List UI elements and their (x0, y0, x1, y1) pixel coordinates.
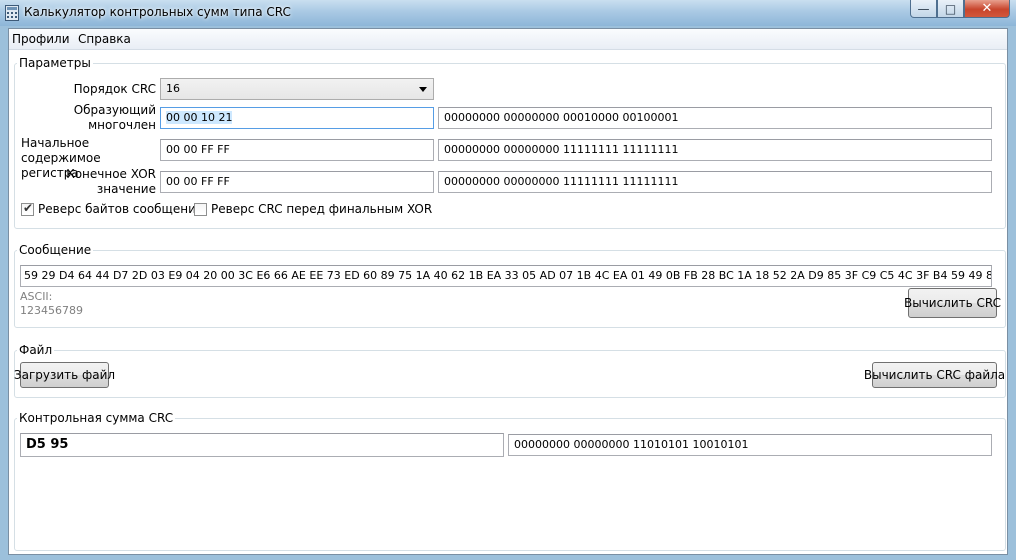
message-input[interactable]: 59 29 D4 64 44 D7 2D 03 E9 04 20 00 3C E… (20, 265, 992, 287)
file-group-title: Файл (17, 343, 55, 357)
xor-bin-field[interactable]: 00000000 00000000 11111111 11111111 (438, 171, 992, 193)
poly-label: Образующий многочлен (49, 103, 156, 133)
calculator-icon (5, 5, 19, 21)
menu-bar: Профили Справка (9, 29, 1007, 50)
ascii-label: ASCII: (20, 290, 53, 303)
checkmark-icon: ✔ (23, 201, 34, 215)
crc-result-bin[interactable]: 00000000 00000000 11010101 10010101 (508, 434, 992, 456)
crc-order-label: Порядок CRC (73, 82, 156, 96)
window-title: Калькулятор контрольных сумм типа CRC (24, 5, 291, 19)
app-window: Калькулятор контрольных сумм типа CRC — … (0, 0, 1016, 560)
crc-order-select[interactable]: 16 (160, 78, 434, 100)
close-icon: ✕ (981, 1, 993, 16)
chevron-down-icon (419, 87, 427, 92)
menu-item-profiles[interactable]: Профили (12, 32, 70, 46)
xor-label: Конечное XOR значение (49, 167, 156, 197)
xor-label-line2: значение (96, 182, 156, 196)
poly-hex-input[interactable]: 00 00 10 21 (160, 107, 434, 129)
maximize-icon: □ (944, 1, 957, 16)
ascii-value: 123456789 (20, 304, 83, 317)
crc-order-value: 16 (166, 82, 180, 95)
init-bin-field[interactable]: 00000000 00000000 11111111 11111111 (438, 139, 992, 161)
init-label-line1: Начальное содержимое (21, 136, 101, 165)
message-group-title: Сообщение (17, 243, 94, 257)
params-group-title: Параметры (17, 56, 93, 70)
poly-label-line1: Образующий (73, 103, 156, 117)
reverse-bytes-label[interactable]: Реверс байтов сообщения (38, 202, 203, 217)
reverse-bytes-checkbox[interactable]: ✔ (21, 201, 34, 216)
minimize-button[interactable]: — (910, 0, 937, 18)
poly-hex-value: 00 00 10 21 (166, 111, 233, 124)
reverse-crc-label[interactable]: Реверс CRC перед финальным XOR (211, 202, 432, 217)
crc-result-hex[interactable]: D5 95 (20, 433, 504, 457)
message-group (14, 250, 1006, 328)
compute-file-crc-button[interactable]: Вычислить CRC файла (864, 362, 1005, 388)
xor-label-line1: Конечное XOR (66, 167, 156, 181)
compute-crc-button[interactable]: Вычислить CRC (904, 288, 1001, 318)
file-group (14, 350, 1006, 398)
ascii-preview: ASCII: 123456789 (20, 290, 83, 318)
poly-bin-field[interactable]: 00000000 00000000 00010000 00100001 (438, 107, 992, 129)
title-bar[interactable]: Калькулятор контрольных сумм типа CRC — … (0, 0, 1016, 26)
result-group-title: Контрольная сумма CRC (17, 411, 176, 425)
close-button[interactable]: ✕ (964, 0, 1010, 18)
load-file-button[interactable]: Загрузить файл (14, 362, 115, 388)
maximize-button[interactable]: □ (937, 0, 964, 18)
client-area: Профили Справка Параметры Порядок CRC 16… (8, 28, 1008, 555)
reverse-crc-checkbox[interactable] (194, 203, 207, 216)
menu-item-help[interactable]: Справка (78, 32, 131, 46)
init-hex-input[interactable]: 00 00 FF FF (160, 139, 434, 161)
minimize-icon: — (917, 1, 930, 16)
poly-label-line2: многочлен (88, 118, 156, 132)
xor-hex-input[interactable]: 00 00 FF FF (160, 171, 434, 193)
